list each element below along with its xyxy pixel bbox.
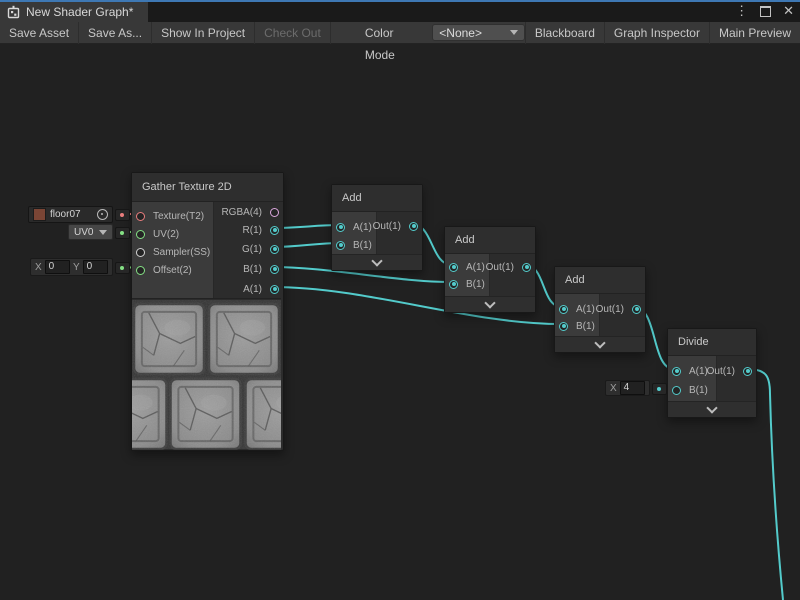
port-label: UV(2) xyxy=(153,229,179,240)
port-b-input[interactable] xyxy=(559,322,568,331)
shader-graph-window: New Shader Graph* ⋮ ✕ Save Asset Save As… xyxy=(0,0,800,600)
node-add-2[interactable]: Add A(1) B(1) Out(1) xyxy=(444,226,536,313)
port-b-input[interactable] xyxy=(672,386,681,395)
divisor-connector-stub[interactable] xyxy=(652,383,667,395)
port-label: Out(1) xyxy=(373,221,401,232)
uv-channel-dropdown[interactable]: UV0 xyxy=(68,224,113,240)
node-add-1[interactable]: Add A(1) B(1) Out(1) xyxy=(331,184,423,271)
node-title[interactable]: Add xyxy=(555,267,645,294)
offset-vector2-field: X 0 Y 0 xyxy=(30,258,113,276)
port-label: B(1) xyxy=(576,321,595,332)
texture-object-field[interactable]: floor07 xyxy=(28,206,113,223)
texture-field-value: floor07 xyxy=(50,209,81,220)
port-label: Sampler(SS) xyxy=(153,247,210,258)
offset-y-input[interactable]: 0 xyxy=(83,260,108,274)
offset-x-input[interactable]: 0 xyxy=(45,260,70,274)
port-label: G(1) xyxy=(242,244,262,255)
port-r-output[interactable] xyxy=(270,226,279,235)
port-b-output[interactable] xyxy=(270,265,279,274)
dropdown-arrow-icon xyxy=(99,230,107,235)
port-sampler-input[interactable] xyxy=(136,248,145,257)
texture-preview xyxy=(132,298,281,450)
texture-connector-stub[interactable] xyxy=(115,209,130,221)
object-picker-icon[interactable] xyxy=(97,209,108,220)
port-label: A(1) xyxy=(353,222,372,233)
wire-layer xyxy=(0,0,800,600)
input-column: Texture(T2) UV(2) Sampler(SS) Offset(2) xyxy=(132,202,214,298)
port-out-output[interactable] xyxy=(743,367,752,376)
node-collapse-bar[interactable] xyxy=(332,254,422,270)
port-b-input[interactable] xyxy=(336,241,345,250)
node-add-3[interactable]: Add A(1) B(1) Out(1) xyxy=(554,266,646,353)
port-out-output[interactable] xyxy=(522,263,531,272)
node-gather-texture-2d[interactable]: Gather Texture 2D Texture(T2) UV(2) Samp… xyxy=(131,172,284,451)
port-uv-input[interactable] xyxy=(136,230,145,239)
port-label: A(1) xyxy=(243,284,262,295)
node-divide[interactable]: Divide A(1) B(1) Out(1) xyxy=(667,328,757,418)
y-axis-label: Y xyxy=(73,262,80,273)
collapse-chevron-icon xyxy=(706,402,717,413)
offset-connector-stub[interactable] xyxy=(115,262,130,274)
port-b-input[interactable] xyxy=(449,280,458,289)
collapse-chevron-icon xyxy=(594,337,605,348)
node-title[interactable]: Add xyxy=(332,185,422,212)
x-axis-label: X xyxy=(35,262,42,273)
port-a-input[interactable] xyxy=(336,223,345,232)
uv-connector-stub[interactable] xyxy=(115,227,130,239)
port-label: A(1) xyxy=(576,304,595,315)
node-collapse-bar[interactable] xyxy=(668,401,756,417)
port-label: B(1) xyxy=(243,264,262,275)
collapse-chevron-icon xyxy=(371,255,382,266)
port-label: R(1) xyxy=(243,225,262,236)
node-title[interactable]: Gather Texture 2D xyxy=(132,173,283,202)
collapse-chevron-icon xyxy=(484,297,495,308)
port-label: A(1) xyxy=(689,366,708,377)
port-label: Out(1) xyxy=(486,262,514,273)
x-axis-label: X xyxy=(610,383,617,394)
uv-channel-value: UV0 xyxy=(74,227,93,238)
output-column: RGBA(4) R(1) G(1) B(1) A(1) xyxy=(214,202,283,298)
port-a-input[interactable] xyxy=(449,263,458,272)
port-texture-input[interactable] xyxy=(136,212,145,221)
divisor-value-field: X 4 xyxy=(605,380,650,396)
port-label: Texture(T2) xyxy=(153,211,204,222)
port-label: RGBA(4) xyxy=(221,207,262,218)
port-a-input[interactable] xyxy=(559,305,568,314)
divisor-x-input[interactable]: 4 xyxy=(620,381,645,395)
port-a-input[interactable] xyxy=(672,367,681,376)
port-label: B(1) xyxy=(689,385,708,396)
port-out-output[interactable] xyxy=(632,305,641,314)
port-label: B(1) xyxy=(466,279,485,290)
port-offset-input[interactable] xyxy=(136,266,145,275)
port-a-output[interactable] xyxy=(270,285,279,294)
port-rgba-output[interactable] xyxy=(270,208,279,217)
port-out-output[interactable] xyxy=(409,222,418,231)
port-label: Out(1) xyxy=(596,304,624,315)
port-label: B(1) xyxy=(353,240,372,251)
node-title[interactable]: Divide xyxy=(668,329,756,356)
node-collapse-bar[interactable] xyxy=(555,336,645,352)
texture-swatch xyxy=(33,208,46,221)
port-label: A(1) xyxy=(466,262,485,273)
port-label: Out(1) xyxy=(707,366,735,377)
node-title[interactable]: Add xyxy=(445,227,535,254)
port-g-output[interactable] xyxy=(270,245,279,254)
node-collapse-bar[interactable] xyxy=(445,296,535,312)
port-label: Offset(2) xyxy=(153,265,192,276)
